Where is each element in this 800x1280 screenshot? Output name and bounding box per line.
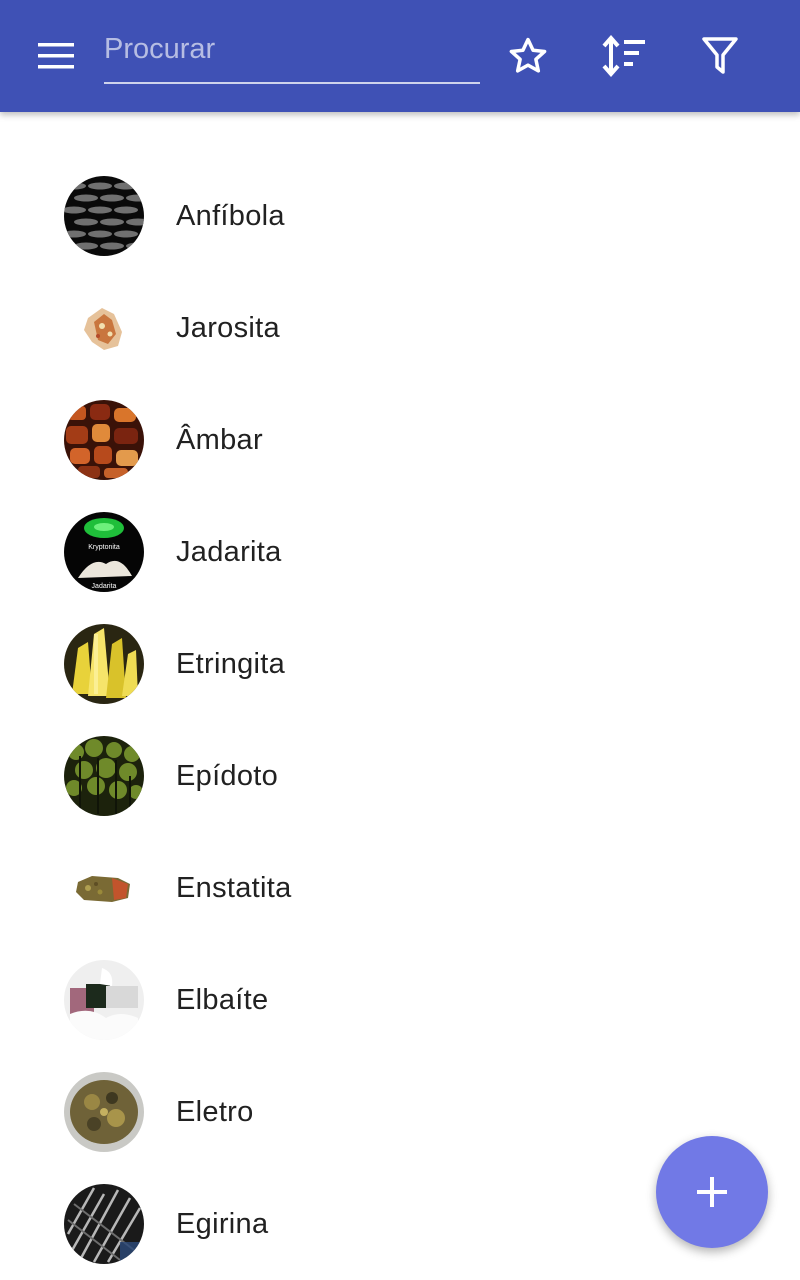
list-item[interactable]: Etringita [0,608,800,720]
add-mineral-button[interactable] [656,1136,768,1248]
mineral-name: Elbaíte [176,983,269,1016]
list-item[interactable]: Enstatita [0,832,800,944]
mineral-thumbnail [64,400,144,480]
list-item[interactable]: Anfíbola [0,160,800,272]
mineral-name: Epídoto [176,759,279,792]
mineral-thumbnail [64,176,144,256]
star-outline-icon [509,37,547,73]
mineral-name: Eletro [176,1095,254,1128]
mineral-name: Anfíbola [176,199,285,232]
favorites-button[interactable] [500,28,556,84]
filter-icon [702,37,738,74]
mineral-thumbnail [64,736,144,816]
mineral-thumbnail [64,1072,144,1152]
mineral-list: Anfíbola Jarosita Âmbar Kryptonita Jadar… [0,160,800,1280]
menu-button[interactable] [24,28,88,84]
list-item[interactable]: Kryptonita Jadarita Jadarita [0,496,800,608]
mineral-thumbnail [64,624,144,704]
list-item[interactable]: Âmbar [0,384,800,496]
mineral-thumbnail [64,848,144,928]
list-item[interactable]: Jarosita [0,272,800,384]
mineral-thumbnail [64,288,144,368]
search-field [104,24,480,84]
mineral-thumbnail [64,960,144,1040]
mineral-name: Âmbar [176,423,263,456]
menu-icon [38,43,74,69]
mineral-name: Egirina [176,1207,269,1240]
list-item[interactable]: Elbaíte [0,944,800,1056]
plus-icon [697,1177,727,1207]
sort-icon [602,35,645,77]
mineral-name: Enstatita [176,871,292,904]
list-item[interactable]: Epídoto [0,720,800,832]
svg-text:Kryptonita: Kryptonita [88,544,120,551]
mineral-thumbnail [64,1184,144,1264]
search-input[interactable] [104,24,480,82]
sort-button[interactable] [596,28,652,84]
mineral-thumbnail: Kryptonita Jadarita [64,512,144,592]
svg-text:Jadarita: Jadarita [92,583,117,590]
app-bar [0,0,800,112]
filter-button[interactable] [692,28,748,84]
mineral-name: Jadarita [176,535,282,568]
mineral-name: Jarosita [176,311,280,344]
mineral-name: Etringita [176,647,286,680]
